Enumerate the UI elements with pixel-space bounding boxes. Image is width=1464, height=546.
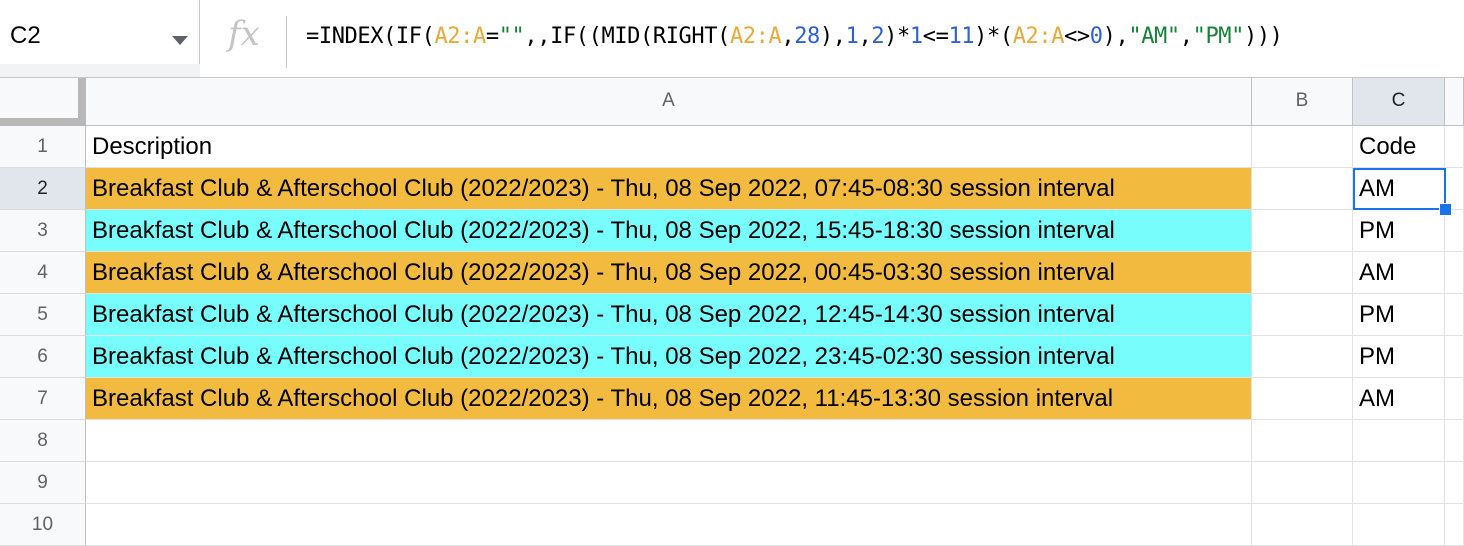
freeze-row-handle[interactable] (0, 118, 86, 126)
cell-b6[interactable] (1252, 336, 1353, 378)
row-header-2[interactable]: 2 (0, 168, 86, 210)
row-header-4[interactable]: 4 (0, 252, 86, 294)
formula-token: ))) (1243, 24, 1283, 49)
cell-b8[interactable] (1252, 420, 1353, 462)
formula-token: A2:A (1012, 24, 1065, 49)
formula-token: =INDEX(IF( (306, 24, 435, 49)
formula-token: ), (1102, 24, 1129, 49)
cell-a8[interactable] (86, 420, 1252, 462)
cell-c1[interactable]: Code (1353, 126, 1445, 168)
cell-a9[interactable] (86, 462, 1252, 504)
cell-next-column[interactable] (1445, 462, 1464, 504)
cell-next-column[interactable] (1445, 336, 1464, 378)
formula-token: , (1179, 24, 1193, 49)
column-header-next[interactable] (1445, 78, 1464, 126)
formula-token: , (858, 24, 872, 49)
row-header-3[interactable]: 3 (0, 210, 86, 252)
cell-a2[interactable]: Breakfast Club & Afterschool Club (2022/… (86, 168, 1252, 210)
chevron-down-icon[interactable] (172, 36, 188, 45)
formula-token: 11 (948, 24, 975, 49)
name-box-footer (0, 64, 200, 77)
cell-next-column[interactable] (1445, 126, 1464, 168)
formula-token: 1 (845, 24, 859, 49)
cell-b4[interactable] (1252, 252, 1353, 294)
cell-next-column[interactable] (1445, 252, 1464, 294)
formula-bar: C2 fx =INDEX(IF(A2:A="",,IF((MID(RIGHT(A… (0, 0, 1464, 78)
formula-token: , (781, 24, 795, 49)
cell-c4[interactable]: AM (1353, 252, 1445, 294)
formula-token: A2:A (729, 24, 782, 49)
column-header-a[interactable]: A (86, 78, 1252, 126)
name-box[interactable]: C2 (0, 0, 200, 77)
cell-a6[interactable]: Breakfast Club & Afterschool Club (2022/… (86, 336, 1252, 378)
cell-c2[interactable]: AM (1353, 168, 1445, 210)
formula-token: 1 (909, 24, 923, 49)
row-header-8[interactable]: 8 (0, 420, 86, 462)
cell-a5[interactable]: Breakfast Club & Afterschool Club (2022/… (86, 294, 1252, 336)
row-header-9[interactable]: 9 (0, 462, 86, 504)
formula-input[interactable]: =INDEX(IF(A2:A="",,IF((MID(RIGHT(A2:A,28… (306, 24, 1283, 49)
cell-b7[interactable] (1252, 378, 1353, 420)
formula-token: )* (884, 24, 910, 49)
cell-next-column[interactable] (1445, 210, 1464, 252)
formula-token: "AM" (1128, 24, 1180, 49)
row-header-5[interactable]: 5 (0, 294, 86, 336)
fill-handle[interactable] (1439, 203, 1452, 216)
fx-icon: fx (228, 14, 260, 54)
cell-c8[interactable] (1353, 420, 1445, 462)
formula-token: = (485, 24, 499, 49)
cell-c5[interactable]: PM (1353, 294, 1445, 336)
row-header-7[interactable]: 7 (0, 378, 86, 420)
name-box-value: C2 (10, 22, 41, 49)
formula-token: 28 (794, 24, 820, 49)
formula-token: ), (819, 24, 846, 49)
cell-next-column[interactable] (1445, 378, 1464, 420)
formula-token: "PM" (1192, 24, 1245, 49)
cell-c7[interactable]: AM (1353, 378, 1445, 420)
formula-token: 0 (1089, 24, 1103, 49)
formula-token: <= (922, 24, 949, 49)
formula-token: ,,IF((MID(RIGHT( (524, 24, 730, 49)
cell-c6[interactable]: PM (1353, 336, 1445, 378)
formula-token: )*( (974, 24, 1013, 49)
formula-token: 2 (871, 24, 885, 49)
cell-b2[interactable] (1252, 168, 1353, 210)
cell-c3[interactable]: PM (1353, 210, 1445, 252)
formula-token: "" (498, 24, 525, 49)
cell-c9[interactable] (1353, 462, 1445, 504)
cell-a1[interactable]: Description (86, 126, 1252, 168)
cell-a3[interactable]: Breakfast Club & Afterschool Club (2022/… (86, 210, 1252, 252)
column-header-b[interactable]: B (1252, 78, 1353, 126)
cell-next-column[interactable] (1445, 294, 1464, 336)
row-header-6[interactable]: 6 (0, 336, 86, 378)
cell-a7[interactable]: Breakfast Club & Afterschool Club (2022/… (86, 378, 1252, 420)
cell-next-column[interactable] (1445, 420, 1464, 462)
cell-b3[interactable] (1252, 210, 1353, 252)
cell-b9[interactable] (1252, 462, 1353, 504)
cell-b5[interactable] (1252, 294, 1353, 336)
column-header-c[interactable]: C (1353, 78, 1445, 126)
formula-token: <> (1064, 24, 1090, 49)
formula-token: A2:A (434, 24, 486, 49)
formula-divider (286, 16, 287, 68)
cell-b1[interactable] (1252, 126, 1353, 168)
cell-a4[interactable]: Breakfast Club & Afterschool Club (2022/… (86, 252, 1252, 294)
row-header-1[interactable]: 1 (0, 126, 86, 168)
